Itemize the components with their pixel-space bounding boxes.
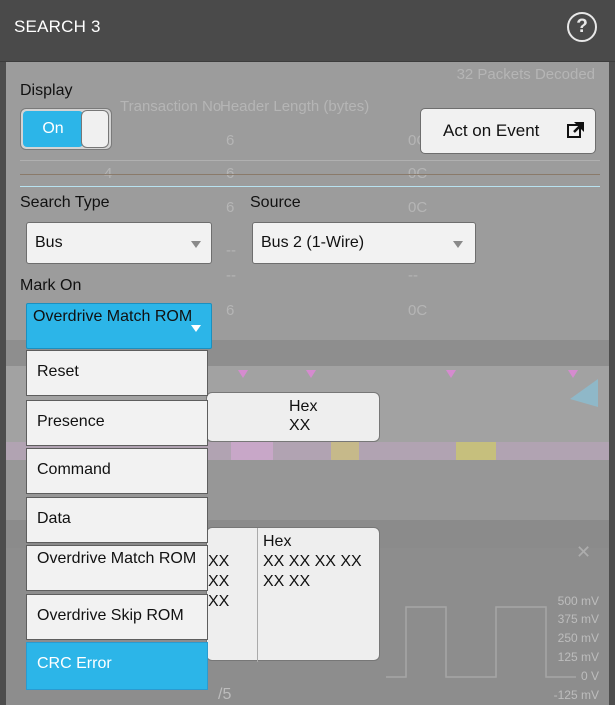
menu-item-data[interactable]: Data	[26, 497, 208, 543]
menu-item-label: Overdrive Skip ROM	[37, 607, 184, 624]
ghost-cell: --	[408, 267, 418, 284]
ghost-close-icon: ✕	[576, 542, 592, 562]
source-value: Bus 2 (1-Wire)	[261, 234, 365, 251]
act-on-event-label: Act on Event	[443, 121, 540, 140]
ghost-cell: --	[226, 242, 236, 259]
packets-decoded-ghost: 32 Packets Decoded	[456, 66, 595, 83]
scale-label: 125 mV	[557, 650, 599, 664]
menu-item-label: Presence	[37, 413, 105, 430]
ghost-cell: 6	[226, 132, 235, 149]
source-dropdown[interactable]: Bus 2 (1-Wire)	[252, 222, 476, 264]
hex-header: Hex	[289, 398, 318, 415]
ghost-fragment: /5	[218, 686, 232, 703]
menu-item-label: CRC Error	[37, 655, 112, 672]
search-type-dropdown[interactable]: Bus	[26, 222, 212, 264]
ghost-color-strip	[456, 442, 496, 460]
menu-item-label: Data	[37, 510, 71, 527]
scale-label: -125 mV	[553, 688, 599, 702]
external-link-icon	[567, 122, 584, 138]
toggle-knob	[81, 110, 109, 148]
hex-left-value: XX	[208, 593, 230, 610]
ghost-marker-arrow	[570, 379, 598, 407]
hex-card: Hex XX	[206, 392, 380, 442]
act-on-event-button[interactable]: Act on Event	[420, 108, 596, 154]
ghost-cell: 6	[226, 302, 235, 319]
title-bar: SEARCH 3 ?	[0, 0, 615, 62]
menu-item-label: Overdrive Match ROM	[37, 550, 197, 567]
menu-item-command[interactable]: Command	[26, 448, 208, 494]
chevron-down-icon	[191, 325, 201, 332]
ghost-col-header-1: Transaction No	[120, 98, 222, 115]
chevron-down-icon	[453, 241, 463, 248]
ghost-color-strip	[331, 442, 359, 460]
menu-item-overdrive-skip-rom[interactable]: Overdrive Skip ROM	[26, 594, 208, 640]
help-icon[interactable]: ?	[567, 12, 597, 42]
menu-item-label: Command	[37, 461, 111, 478]
scale-label: 250 mV	[557, 631, 599, 645]
hex-header: Hex	[263, 533, 292, 550]
ghost-color-strip	[231, 442, 273, 460]
display-label: Display	[20, 82, 73, 99]
ghost-col-header-2: Header Length (bytes)	[220, 98, 370, 115]
hex-value: XX XX	[263, 573, 311, 590]
menu-item-crc-error[interactable]: CRC Error	[26, 642, 208, 690]
mark-on-label: Mark On	[20, 277, 82, 294]
card-divider	[257, 528, 258, 662]
menu-item-label: Reset	[37, 363, 79, 380]
hex-value: XX XX XX XX	[263, 553, 362, 570]
hex-left-value: XX	[208, 553, 230, 570]
ghost-divider	[20, 186, 600, 187]
ghost-divider	[20, 174, 600, 175]
hex-card-multiline: XX XX XX Hex XX XX XX XX XX XX	[206, 527, 380, 662]
mark-on-dropdown[interactable]: Overdrive Match ROM	[26, 303, 212, 349]
menu-item-reset[interactable]: Reset	[26, 350, 208, 396]
ghost-waveform	[386, 606, 576, 678]
hex-left-value: XX	[208, 573, 230, 590]
ghost-cell: 0C	[408, 199, 428, 216]
display-toggle[interactable]: On	[20, 108, 112, 150]
search-panel: 32 Packets Decoded Transaction No Header…	[6, 62, 609, 705]
ghost-cell: --	[226, 267, 236, 284]
scale-label: 0 V	[580, 669, 599, 683]
scale-label: 375 mV	[557, 612, 599, 626]
search-type-value: Bus	[35, 234, 63, 251]
ghost-cell: 0C	[408, 302, 428, 319]
display-toggle-value: On	[23, 111, 83, 147]
menu-item-overdrive-match-rom[interactable]: Overdrive Match ROM	[26, 545, 208, 591]
scale-label: 500 mV	[557, 594, 599, 608]
chevron-down-icon	[191, 241, 201, 248]
window-title: SEARCH 3	[14, 17, 101, 36]
source-label: Source	[250, 194, 301, 211]
ghost-divider	[20, 160, 600, 161]
mark-on-value: Overdrive Match ROM	[33, 308, 193, 325]
search-type-label: Search Type	[20, 194, 110, 211]
ghost-cell: 6	[226, 199, 235, 216]
menu-item-presence[interactable]: Presence	[26, 400, 208, 446]
hex-value: XX	[289, 417, 311, 434]
